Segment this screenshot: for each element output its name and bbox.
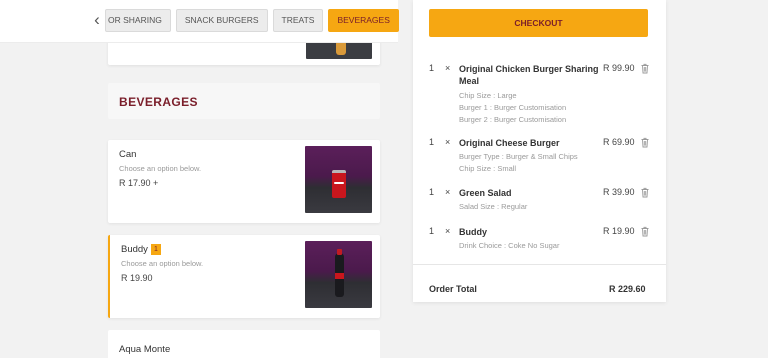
menu-item-buddy[interactable]: Buddy 1 Choose an option below. R 19.90 [108,235,380,318]
trash-icon[interactable] [640,226,650,237]
section-title: BEVERAGES [119,95,198,109]
menu-item-can[interactable]: Can Choose an option below. R 17.90 + [108,140,380,223]
item-name-row: Buddy 1 [121,244,161,255]
item-price: R 19.90 [121,273,153,283]
tab-beverages[interactable]: BEVERAGES [328,9,399,32]
order-summary-panel: CHECKOUT 1 × Original Chicken Burger Sha… [413,0,666,302]
line-name: Green Salad [459,188,512,198]
category-tabs: OR SHARING SNACK BURGERS TREATS BEVERAGE… [105,9,399,33]
line-price: R 69.90 [603,137,635,147]
line-price: R 39.90 [603,187,635,197]
coca-cola-bottle-image [305,241,372,308]
section-header: BEVERAGES [108,83,380,119]
checkout-button[interactable]: CHECKOUT [429,9,648,37]
line-options: Chip Size : Large Burger 1 : Burger Cust… [459,90,566,126]
line-quantity: 1 [429,137,435,147]
line-option: Burger 2 : Burger Customisation [459,115,567,124]
coca-cola-can-image [305,146,372,213]
line-option: Chip Size : Small [459,164,517,173]
line-option: Chip Size : Large [459,91,517,100]
chevron-left-icon[interactable]: ‹ [90,11,104,29]
tab-sharing[interactable]: OR SHARING [105,9,171,32]
order-total-label: Order Total [429,284,477,294]
line-options: Drink Choice : Coke No Sugar [459,240,559,252]
line-option: Burger 1 : Burger Customisation [459,103,567,112]
line-option: Burger Type : Burger & Small Chips [459,152,578,161]
line-price: R 99.90 [603,63,635,73]
line-options: Burger Type : Burger & Small Chips Chip … [459,151,578,175]
line-name: Original Chicken Burger Sharing Meal [459,64,599,86]
item-name: Can [119,149,137,160]
item-photo [306,43,372,59]
divider [413,264,666,265]
category-tab-bar: ‹ OR SHARING SNACK BURGERS TREATS BEVERA… [0,0,399,43]
line-name: Buddy [459,227,487,237]
line-option: Salad Size : Regular [459,202,528,211]
line-price: R 19.90 [603,226,635,236]
menu-item-aqua-monte[interactable]: Aqua Monte [108,330,380,358]
times-icon: × [445,226,451,236]
times-icon: × [445,187,451,197]
line-options: Salad Size : Regular [459,201,527,213]
item-price: R 17.90 + [119,178,159,188]
page: ‹ OR SHARING SNACK BURGERS TREATS BEVERA… [0,0,768,358]
line-option: Drink Choice : Coke No Sugar [459,241,560,250]
menu-item-card-previous[interactable] [108,43,380,65]
line-name: Original Cheese Burger [459,138,560,148]
tab-treats[interactable]: TREATS [272,9,324,32]
trash-icon[interactable] [640,187,650,198]
item-hint: Choose an option below. [121,259,204,268]
line-quantity: 1 [429,226,435,236]
quantity-badge: 1 [150,244,161,255]
tab-snack-burgers[interactable]: SNACK BURGERS [175,9,268,32]
item-name: Aqua Monte [119,344,171,355]
item-name: Buddy [121,244,148,255]
item-hint: Choose an option below. [119,164,202,173]
trash-icon[interactable] [640,137,650,148]
menu-list: BEVERAGES Can Choose an option below. R … [98,43,390,358]
line-quantity: 1 [429,63,435,73]
times-icon: × [445,137,451,147]
order-total-value: R 229.60 [609,284,646,294]
times-icon: × [445,63,451,73]
trash-icon[interactable] [640,63,650,74]
line-quantity: 1 [429,187,435,197]
